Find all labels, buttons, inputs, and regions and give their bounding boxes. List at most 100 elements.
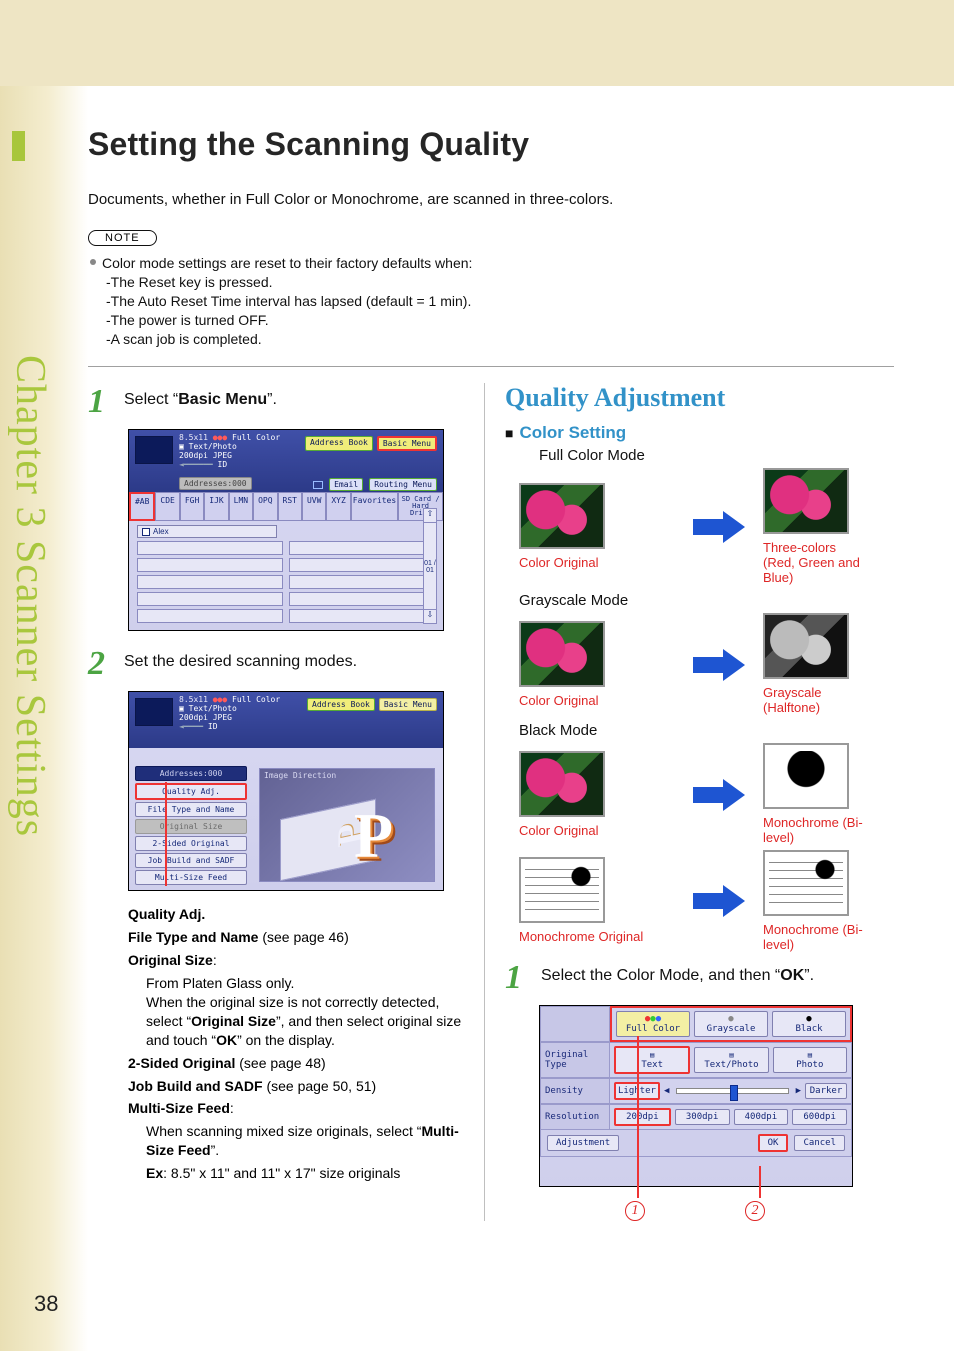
menu-original-size[interactable]: Original Size [135,819,247,834]
scroll-down-icon[interactable]: ⇩ [424,609,436,623]
basic-menu-button[interactable]: Basic Menu [379,698,437,711]
ss2-preview: Image Direction P P [259,768,435,882]
tab-lmn[interactable]: LMN [229,492,253,521]
list-item[interactable] [137,558,283,572]
thumb-color-original [519,621,605,687]
list-item[interactable] [137,541,283,555]
ss1-format-info: 8.5x11 ●●● Full Color ▣ Text/Photo 200dp… [179,434,280,469]
entry-alex[interactable]: Alex [137,525,277,538]
checkbox-icon [142,528,150,536]
basic-menu-button[interactable]: Basic Menu [377,436,437,451]
step-2-row: 2 Set the desired scanning modes. [88,645,466,683]
arrow-icon [693,513,749,541]
tab-favorites[interactable]: Favorites [351,492,398,521]
cell-200dpi[interactable]: 200dpi [614,1108,671,1126]
tab-uvw[interactable]: UVW [302,492,326,521]
addresses-pill[interactable]: Addresses:000 [179,477,252,490]
square-bullet-icon: ■ [505,425,513,441]
email-button[interactable]: Email [329,478,363,491]
cell-textphoto[interactable]: ▤Text/Photo [694,1047,768,1073]
red-callout-line [165,782,167,886]
arrow-icon [693,781,749,809]
def-origsize: From Platen Glass only. When the origina… [146,974,466,1050]
menu-addresses[interactable]: Addresses:000 [135,766,247,781]
caption-three-colors: Three-colors (Red, Green and Blue) [763,541,863,586]
mode-full-color[interactable]: ●●●Full Color [616,1011,690,1037]
density-slider[interactable] [676,1088,788,1094]
menu-multisize[interactable]: Multi-Size Feed [135,870,247,885]
scroll-label: 01 / 01 [424,560,436,574]
list-item[interactable] [137,609,283,623]
cancel-button[interactable]: Cancel [794,1135,845,1151]
tab-rst[interactable]: RST [278,492,302,521]
list-item[interactable] [137,575,283,589]
tab-ijk[interactable]: IJK [204,492,228,521]
note-item: -A scan job is completed. [90,330,894,349]
list-item[interactable] [289,558,435,572]
step-2-text: Set the desired scanning modes. [124,645,357,671]
definitions-list: Quality Adj. File Type and Name (see pag… [128,905,466,1183]
address-book-button[interactable]: Address Book [307,698,375,711]
menu-quality-adj[interactable]: Quality Adj. [135,783,247,800]
note-item: -The Reset key is pressed. [90,273,894,292]
side-chapter-text: Chapter 3 Scanner Settings [6,355,54,837]
right-step-number-1: 1 [505,959,541,997]
arrow-icon [693,651,749,679]
menu-2sided[interactable]: 2-Sided Original [135,836,247,851]
mode-black[interactable]: ●Black [772,1011,846,1037]
step-1-row: 1 Select “Basic Menu”. [88,383,466,421]
ss3-original-type-row: Original Type ▤Text ▤Text/Photo ▤Photo [540,1042,852,1078]
menu-job-build[interactable]: Job Build and SADF [135,853,247,868]
list-item[interactable] [289,541,435,555]
address-book-button[interactable]: Address Book [305,436,373,451]
cell-darker[interactable]: Darker [805,1083,847,1099]
cell-300dpi[interactable]: 300dpi [675,1109,730,1125]
note-badge: NOTE [88,230,157,246]
right-step-1-row: 1 Select the Color Mode, and then “OK”. [505,959,882,997]
def-jobbuild: Job Build and SADF [128,1078,263,1094]
thumb-grayscale [763,613,849,679]
cell-600dpi[interactable]: 600dpi [792,1109,847,1125]
tab-cde[interactable]: CDE [155,492,179,521]
title-accent-bar [12,131,25,161]
page-content: Setting the Scanning Quality Documents, … [0,86,954,1351]
caption-monochrome: Monochrome (Bi-level) [763,816,863,846]
list-item[interactable] [137,592,283,606]
red-callout-line-2 [759,1166,761,1198]
ss2-format-info: 8.5x11 ●●● Full Color ▣ Text/Photo 200dp… [179,696,280,731]
scrollbar[interactable]: ⇧ 01 / 01 ⇩ [423,508,437,624]
right-step-1-text: Select the Color Mode, and then “OK”. [541,959,814,985]
label-density: Density [540,1078,610,1104]
list-item[interactable] [289,592,435,606]
envelope-icon [313,481,323,489]
tab-opq[interactable]: OPQ [253,492,277,521]
page-number: 38 [34,1291,58,1317]
list-item[interactable] [289,575,435,589]
def-multisize-ex: Ex: 8.5" x 11" and 11" x 17" size origin… [146,1164,466,1183]
cell-text[interactable]: ▤Text [614,1046,690,1074]
menu-file-type[interactable]: File Type and Name [135,802,247,817]
bullet-icon [90,259,96,265]
mode-grayscale[interactable]: ●Grayscale [694,1011,768,1037]
cell-400dpi[interactable]: 400dpi [734,1109,789,1125]
routing-menu-button[interactable]: Routing Menu [369,478,437,491]
tab-fgh[interactable]: FGH [180,492,204,521]
ss1-topstrip: 8.5x11 ●●● Full Color ▣ Text/Photo 200dp… [129,430,443,492]
adjustment-button[interactable]: Adjustment [547,1135,619,1151]
cell-photo[interactable]: ▤Photo [773,1047,847,1073]
screenshot-scan-modes: 8.5x11 ●●● Full Color ▣ Text/Photo 200dp… [128,691,444,891]
scroll-up-icon[interactable]: ⇧ [424,509,436,523]
caption-color-original: Color Original [519,824,679,839]
ss1-tabs: #AB CDE FGH IJK LMN OPQ RST UVW XYZ Favo… [129,492,443,521]
ss3-header-blank [540,1006,610,1042]
tab-ab[interactable]: #AB [129,492,155,521]
thumb-three-colors [763,468,849,534]
side-chapter-label: Chapter 3 Scanner Settings [6,355,54,842]
two-columns: 1 Select “Basic Menu”. 8.5x11 ●●● Full C… [88,383,894,1220]
divider [88,366,894,367]
tab-xyz[interactable]: XYZ [326,492,350,521]
ss3-footer: Adjustment OK Cancel [540,1130,852,1157]
ok-button[interactable]: OK [758,1134,789,1152]
step-1-text: Select “Basic Menu”. [124,383,277,409]
list-item[interactable] [289,609,435,623]
